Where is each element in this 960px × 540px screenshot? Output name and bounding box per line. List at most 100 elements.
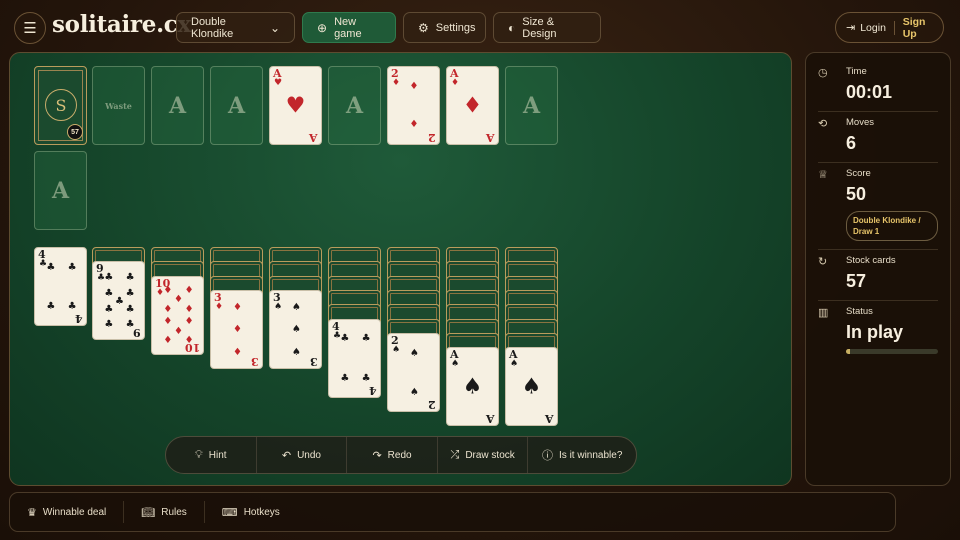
hotkeys-button[interactable]: ⌨ Hotkeys [205, 501, 297, 523]
tableau-card[interactable]: A ♠ A ♠ [505, 347, 558, 427]
suit-pip-icon: ♣ [67, 261, 77, 273]
redo-label: Redo [387, 449, 412, 461]
foundation-card-3[interactable]: A ♥ ♥ A [269, 66, 322, 145]
score-stat: ♕ Score 50 Double Klondike / Draw 1 [818, 163, 938, 250]
stock-cards-stat: ↻ Stock cards 57 [818, 250, 938, 301]
suit-pip-icon: ♠ [521, 374, 542, 400]
suit-pip-icon: ♣ [104, 272, 114, 284]
suit-pip-icon: ♦ [184, 303, 194, 315]
foundation-slot-1[interactable]: A [151, 66, 204, 145]
footer-bar: ♛ Winnable deal 📖︎ Rules ⌨ Hotkeys [9, 492, 896, 532]
top-bar: ☰ solitaire.cx Double Klondike ⌄ ⊕ New g… [0, 0, 960, 54]
gear-icon: ⚙ [418, 20, 429, 35]
suit-pip-icon: ♣ [115, 295, 124, 307]
draw-stock-button[interactable]: ⤮ Draw stock [438, 437, 529, 473]
signup-link[interactable]: Sign Up [903, 16, 933, 40]
site-logo[interactable]: solitaire.cx [52, 11, 191, 38]
redo-icon: ↷ [372, 449, 382, 462]
score-label: Score [846, 168, 871, 179]
stock-pile[interactable]: S 57 [34, 66, 87, 145]
suit-pip-icon: ♦ [233, 324, 242, 336]
suit-pip-icon: ♣ [125, 303, 135, 315]
suit-pip-icon: ♠ [462, 374, 483, 400]
card-suit: ♠ [510, 359, 519, 370]
suit-pip-icon: ♦ [163, 303, 173, 315]
undo-icon: ↶ [281, 449, 292, 462]
suit-pip-icon: ♦ [174, 325, 183, 337]
status-value: In play [846, 322, 904, 342]
suit-pip-icon: ♦ [163, 284, 173, 296]
stock-cards-label: Stock cards [846, 255, 896, 266]
game-variant-select[interactable]: Double Klondike ⌄ [176, 12, 295, 43]
tableau-card[interactable]: 4 ♣ 4 ♣ ♣ ♣ ♣ [328, 318, 381, 398]
suit-pip-icon: ♦ [163, 335, 173, 347]
menu-button[interactable]: ☰ [14, 12, 46, 44]
winnable-deal-label: Winnable deal [42, 506, 107, 518]
tableau-card[interactable]: 3 ♠ 3 ♠ ♠ ♠ [269, 289, 322, 369]
suit-pip-icon: ♣ [361, 372, 371, 384]
card-rank: 4 [332, 319, 340, 333]
new-game-button[interactable]: ⊕ New game [302, 12, 396, 43]
tableau-card[interactable]: 2 ♠ 2 ♠ ♠ [387, 332, 440, 412]
bar-chart-icon: ▥ [818, 307, 829, 319]
suit-pip-icon: ♦ [174, 294, 183, 306]
hint-button[interactable]: 💡︎ Hint [166, 437, 257, 473]
foundation-placeholder: A [168, 92, 187, 119]
rules-button[interactable]: 📖︎ Rules [124, 501, 205, 523]
game-board: S 57 Waste A A A ♥ ♥ A A 2 ♦ ♦ ♦ 2 A ♦ ♦… [9, 52, 792, 486]
game-variant-label: Double Klondike [191, 15, 234, 40]
tableau-card[interactable]: 10 ♦ 10 ♦ ♦ ♦ ♦ ♦ ♦ ♦ ♦ ♦ ♦ [151, 275, 204, 355]
card-rank-bottom: 2 [428, 131, 436, 144]
auth-divider [893, 20, 895, 35]
tableau-card[interactable]: 9 ♣ 9 ♣ ♣ ♣ ♣ ♣ ♣ ♣ ♣ ♣ [92, 261, 145, 341]
stock-count-badge: 57 [67, 124, 83, 140]
foundation-card-5[interactable]: 2 ♦ ♦ ♦ 2 [387, 66, 440, 145]
diamond-icon: ♦ [409, 81, 419, 92]
new-game-label: New game [334, 15, 362, 40]
foundation-slot-4[interactable]: A [328, 66, 381, 145]
foundation-card-6[interactable]: A ♦ ♦ A [446, 66, 499, 145]
card-rank-bottom: 2 [428, 397, 436, 411]
suit-pip-icon: ♣ [104, 303, 114, 315]
suit-pip-icon: ♠ [292, 324, 301, 336]
score-value: 50 [846, 184, 867, 204]
card-suit: ♦ [215, 301, 224, 312]
card-rank-bottom: A [486, 412, 495, 426]
card-rank-bottom: A [486, 131, 495, 144]
game-mode-badge: Double Klondike / Draw 1 [846, 211, 938, 241]
plus-circle-icon: ⊕ [317, 20, 328, 35]
card-rank-bottom: 3 [251, 354, 259, 368]
suit-pip-icon: ♣ [46, 301, 56, 313]
is-winnable-button[interactable]: ⓘ Is it winnable? [528, 437, 636, 473]
heart-icon: ♥ [285, 93, 306, 118]
undo-button[interactable]: ↶ Undo [257, 437, 348, 473]
login-link[interactable]: Login [860, 22, 886, 34]
foundation-slot-7[interactable]: A [505, 66, 558, 145]
suit-pip-icon: ♣ [340, 372, 350, 384]
size-design-button[interactable]: ◐ Size & Design [493, 12, 601, 43]
waste-pile[interactable]: Waste [92, 66, 145, 145]
palette-icon: ◐ [508, 20, 516, 35]
info-icon: ⓘ [542, 450, 554, 462]
shuffle-icon: ⤮ [450, 448, 460, 461]
card-rank-bottom: A [309, 131, 318, 144]
tableau-card[interactable]: 4 ♣ 4 ♣ ♣ ♣ ♣ [34, 247, 87, 326]
game-toolbar: 💡︎ Hint ↶ Undo ↷ Redo ⤮ Draw stock ⓘ Is it wi… [165, 436, 637, 474]
suit-pip-icon: ♣ [125, 319, 135, 331]
foundation-slot-8[interactable]: A [34, 151, 87, 230]
tableau-card[interactable]: A ♠ A ♠ [446, 347, 499, 427]
foundation-slot-2[interactable]: A [210, 66, 263, 145]
time-label: Time [846, 66, 867, 77]
redo-button[interactable]: ↷ Redo [347, 437, 438, 473]
is-winnable-label: Is it winnable? [559, 449, 623, 461]
tableau-card[interactable]: 3 ♦ 3 ♦ ♦ ♦ [210, 289, 263, 369]
settings-button[interactable]: ⚙ Settings [403, 12, 486, 43]
suit-pip-icon: ♠ [410, 347, 419, 359]
moves-value: 6 [846, 133, 857, 153]
winnable-deal-button[interactable]: ♛ Winnable deal [10, 501, 125, 523]
clock-icon: ◷ [818, 67, 828, 79]
suit-pip-icon: ♦ [184, 335, 194, 347]
waste-label: Waste [105, 100, 132, 111]
suit-pip-icon: ♣ [46, 261, 56, 273]
login-icon: ⇥ [846, 22, 856, 34]
